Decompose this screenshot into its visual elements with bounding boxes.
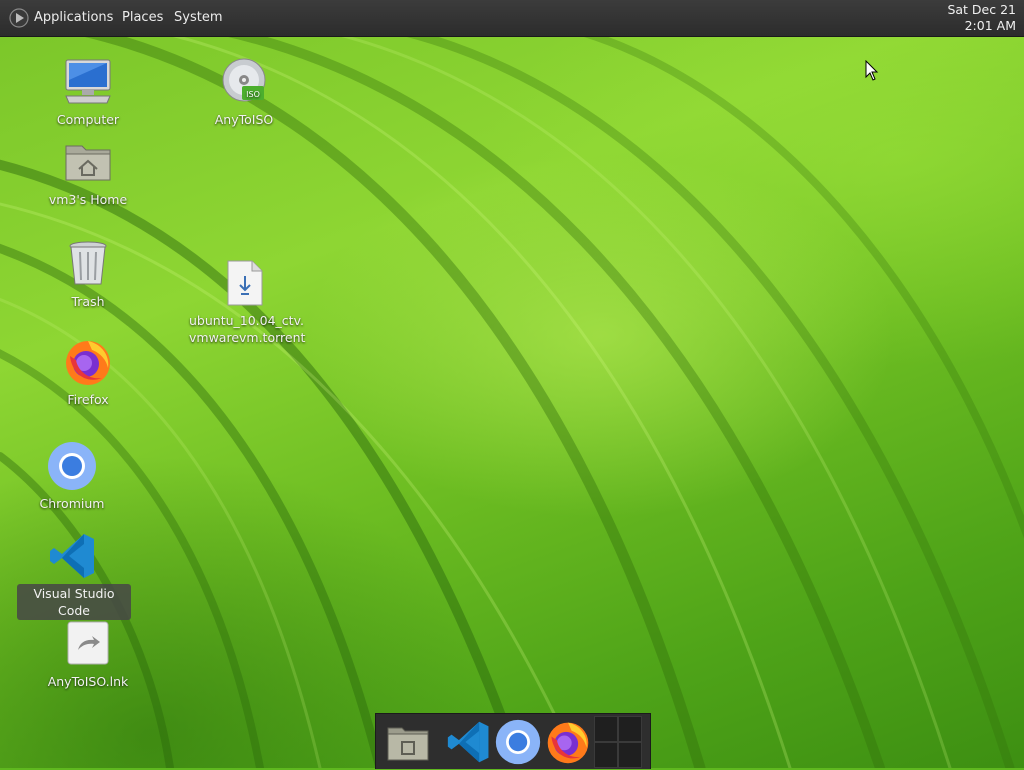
- leaf-veins: [0, 36, 1024, 768]
- workspace-1[interactable]: [594, 716, 618, 742]
- firefox-icon: [62, 336, 114, 388]
- dock-file-manager[interactable]: [384, 718, 432, 766]
- desktop-icon-vscode[interactable]: Visual Studio Code: [17, 530, 131, 620]
- firefox-icon: [547, 722, 589, 764]
- dock: [375, 713, 651, 769]
- computer-icon: [62, 56, 114, 108]
- desktop-icon-torrent-file[interactable]: ubuntu_10.04_ctv. vmwarevm.torrent: [189, 258, 306, 346]
- dock-vscode[interactable]: [446, 718, 494, 766]
- desktop-icon-computer[interactable]: Computer: [33, 56, 143, 129]
- trash-icon: [62, 238, 114, 290]
- desktop-icon-trash[interactable]: Trash: [33, 238, 143, 311]
- workspace-3[interactable]: [594, 742, 618, 768]
- icon-label: Chromium: [39, 496, 105, 511]
- clock-time: 2:01 AM: [964, 18, 1016, 33]
- mouse-pointer-icon: [865, 60, 879, 81]
- top-panel: Applications Places System Sat Dec 21 2:…: [0, 0, 1024, 37]
- workspace-switcher: [594, 716, 642, 768]
- shortcut-file-icon: [62, 618, 114, 670]
- workspace-2[interactable]: [618, 716, 642, 742]
- torrent-file-icon: [218, 258, 270, 310]
- applications-menu[interactable]: Applications: [34, 10, 113, 25]
- chromium-icon: [46, 440, 98, 492]
- clock-date: Sat Dec 21: [947, 2, 1016, 17]
- icon-label-line1: ubuntu_10.04_ctv.: [189, 313, 304, 328]
- icon-label: Visual Studio Code: [17, 584, 131, 620]
- vscode-icon: [48, 530, 100, 582]
- dock-chromium[interactable]: [494, 718, 542, 766]
- icon-label: Trash: [71, 294, 105, 309]
- system-menu[interactable]: System: [174, 10, 222, 25]
- home-folder-icon: [62, 136, 114, 188]
- icon-label: Computer: [56, 112, 120, 127]
- icon-label: AnyToISO.lnk: [47, 674, 129, 689]
- icon-label: AnyToISO: [214, 112, 274, 127]
- desktop-icon-home[interactable]: vm3's Home: [33, 136, 143, 209]
- icon-label: vm3's Home: [48, 192, 128, 207]
- desktop-icon-anytoiso[interactable]: ISO AnyToISO: [189, 56, 299, 129]
- vscode-icon: [447, 721, 489, 763]
- desktop-icon-chromium[interactable]: Chromium: [17, 440, 127, 513]
- disc-iso-icon: ISO: [218, 56, 270, 108]
- dock-firefox[interactable]: [544, 718, 592, 766]
- desktop-icon-firefox[interactable]: Firefox: [33, 336, 143, 409]
- distro-logo-icon[interactable]: [9, 8, 29, 28]
- file-manager-icon: [387, 727, 429, 761]
- desktop-icon-anytoiso-lnk[interactable]: AnyToISO.lnk: [33, 618, 143, 691]
- iso-badge-text: ISO: [246, 90, 260, 99]
- icon-label: Firefox: [67, 392, 109, 407]
- clock[interactable]: Sat Dec 21 2:01 AM: [947, 2, 1016, 34]
- chromium-icon: [495, 719, 541, 765]
- places-menu[interactable]: Places: [122, 10, 163, 25]
- icon-label-line2: vmwarevm.torrent: [189, 330, 306, 345]
- workspace-4[interactable]: [618, 742, 642, 768]
- desktop-wallpaper: [0, 36, 1024, 768]
